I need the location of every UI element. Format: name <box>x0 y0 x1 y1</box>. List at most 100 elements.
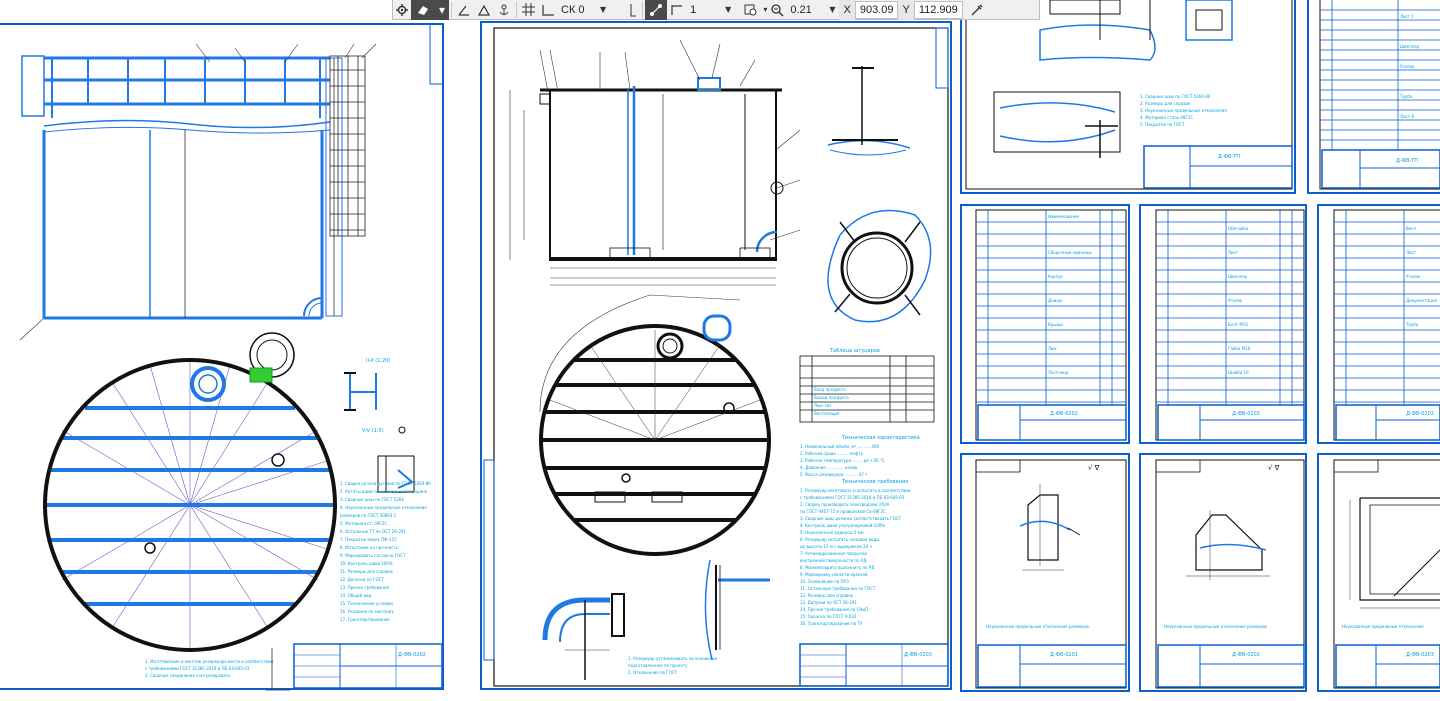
angle-snap-icon[interactable] <box>454 0 474 20</box>
svg-text:16. Транспортирование по ТУ: 16. Транспортирование по ТУ <box>800 621 863 626</box>
stamp-sheet3: Д-ФВ-ТП <box>1218 154 1240 160</box>
svg-text:7. Антикоррозионное покрытие: 7. Антикоррозионное покрытие <box>800 551 867 556</box>
zoom-icon[interactable] <box>767 0 787 20</box>
svg-text:14. Прочие требования по СНиП: 14. Прочие требования по СНиП <box>800 607 868 612</box>
separator <box>516 1 517 18</box>
tech-char-title: Техническая характеристика <box>841 435 920 441</box>
dropdown-icon[interactable]: ▾ <box>435 0 449 20</box>
sheet-3: 1. Сварные швы по ГОСТ 5264-80 2. Размер… <box>960 0 1296 194</box>
stamp-spec2: Д-ФВ-0202 <box>1232 411 1260 417</box>
svg-text:10. Контроль швов 100%: 10. Контроль швов 100% <box>340 561 393 566</box>
label-section-v: V-V (1:5) <box>362 428 384 434</box>
svg-text:Корпус: Корпус <box>1048 274 1063 279</box>
triangle-snap-icon[interactable] <box>474 0 494 20</box>
chevron-down-icon[interactable]: ▼ <box>725 5 731 14</box>
table-title: Таблица штуцеров <box>829 348 880 354</box>
svg-text:Труба: Труба <box>1399 94 1413 99</box>
svg-text:Болт М16: Болт М16 <box>1228 322 1248 327</box>
svg-text:Лист: Лист <box>1228 250 1239 255</box>
dimension-icon[interactable] <box>667 0 687 20</box>
svg-text:Швеллер: Швеллер <box>1400 44 1420 49</box>
svg-text:Лестница: Лестница <box>1048 370 1069 375</box>
svg-text:5. Неуказанные радиусы 5 мм: 5. Неуказанные радиусы 5 мм <box>800 530 864 535</box>
snap-icon[interactable] <box>645 0 668 20</box>
svg-text:10. Заземление по ПУЭ: 10. Заземление по ПУЭ <box>800 579 849 584</box>
svg-text:11. Остальные требования по ГО: 11. Остальные требования по ГОСТ <box>800 586 876 591</box>
drawing-canvas[interactable]: 1. Сварка ручная дуговая по ГОСТ 5264-80… <box>0 0 1440 701</box>
svg-text:Труба: Труба <box>1405 322 1419 327</box>
svg-text:2. Размеры для справок: 2. Размеры для справок <box>1140 101 1191 106</box>
svg-text:2. Катеты швов по наименьшей т: 2. Катеты швов по наименьшей толщине <box>340 489 428 494</box>
svg-text:4. Материал сталь 09Г2С: 4. Материал сталь 09Г2С <box>1140 115 1193 120</box>
stamp-spec1: Д-ФВ-0202 <box>1050 411 1078 417</box>
svg-text:√ ∇: √ ∇ <box>1268 464 1280 472</box>
svg-text:Уголок: Уголок <box>1228 298 1243 303</box>
svg-text:15. Окраска по ГОСТ 9.032: 15. Окраска по ГОСТ 9.032 <box>800 614 857 619</box>
separator <box>451 1 452 18</box>
svg-text:6. Остальные ТТ по ОСТ 26-291: 6. Остальные ТТ по ОСТ 26-291 <box>340 529 406 534</box>
svg-text:по ГОСТ 9467-75 и проволокой С: по ГОСТ 9467-75 и проволокой Св-08Г2С <box>800 509 886 514</box>
svg-text:Наименование: Наименование <box>1048 214 1080 219</box>
svg-text:Документация: Документация <box>1406 298 1438 303</box>
svg-text:Уголок: Уголок <box>1406 274 1421 279</box>
svg-text:Неуказанные предельные отклоне: Неуказанные предельные отклонения размер… <box>986 624 1089 629</box>
sheet-2: Таблица штуцеров Вход продукта Выход про… <box>480 21 952 690</box>
eyedropper-icon[interactable] <box>967 0 987 20</box>
chevron-down-icon[interactable]: ▼ <box>600 5 606 14</box>
svg-text:2. Рабочая среда ......... неф: 2. Рабочая среда ......... нефть <box>800 451 864 456</box>
anchor-icon[interactable] <box>494 0 514 20</box>
view-icon[interactable] <box>741 0 761 20</box>
svg-text:Лист 1: Лист 1 <box>1400 14 1414 19</box>
svg-text:размеров по ГОСТ 30893.1: размеров по ГОСТ 30893.1 <box>340 513 397 518</box>
svg-text:9. Маркировку нанести краской: 9. Маркировку нанести краской <box>800 572 868 577</box>
svg-text:5. Масса резервуара ..........: 5. Масса резервуара .......... 47 т <box>800 472 868 477</box>
zoom-value[interactable]: 0.21 <box>787 4 827 16</box>
x-coordinate: 903.09 <box>854 0 899 19</box>
svg-text:16. Указания по монтажу: 16. Указания по монтажу <box>340 609 394 614</box>
svg-text:Шайба 16: Шайба 16 <box>1228 370 1249 375</box>
stamp-sheet2: Д-ФВ-0203 <box>904 652 932 658</box>
label-section-ii: II-II (1:20) <box>366 358 390 364</box>
svg-text:Вход продукта: Вход продукта <box>814 387 846 392</box>
spec-sheet-2: Обечайка Лист Швеллер Уголок Болт М16 Га… <box>1139 204 1307 444</box>
sheet-4: Лист 1 Швеллер Уголок Труба Лист 8 Д-ФВ-… <box>1307 0 1440 194</box>
svg-text:3. Рабочая температура .......: 3. Рабочая температура ........ до +50 °… <box>800 458 885 463</box>
svg-text:5. Покрытие по ГОСТ: 5. Покрытие по ГОСТ <box>1140 122 1185 127</box>
svg-text:Лист 8: Лист 8 <box>1400 114 1414 119</box>
scale-value[interactable]: 1 <box>687 4 723 16</box>
stamp-detail3: Д-ФВ-0203 <box>1406 652 1434 658</box>
chevron-down-icon[interactable]: ▼ <box>829 5 835 14</box>
svg-text:7. Покрытие эмаль ПФ-115: 7. Покрытие эмаль ПФ-115 <box>340 537 397 542</box>
svg-text:Люк: Люк <box>1048 346 1057 351</box>
y-coordinate: 112.909 <box>913 0 963 19</box>
tech-req-title: Технические требования <box>841 479 908 485</box>
coordinate-system-icon[interactable] <box>538 0 558 20</box>
detail-sheet-3: Неуказанные предельные отклонения Д-ФВ-0… <box>1317 453 1440 692</box>
detail-sheet-1: √ ∇ Неуказанные предельные отклонения ра… <box>960 453 1130 692</box>
eraser-icon[interactable] <box>411 0 435 20</box>
grid-icon[interactable] <box>519 0 538 20</box>
svg-text:с требованиями ГОСТ 31385-2016: с требованиями ГОСТ 31385-2016 и ПБ 03-6… <box>800 495 905 500</box>
stamp-detail2: Д-ФВ-0202 <box>1232 652 1260 658</box>
spec-sheet-3: Винт Лист Уголок Документация Труба Д-ФВ… <box>1317 204 1440 444</box>
style-value[interactable]: СК 0 <box>558 4 598 16</box>
sheet-1: 1. Сварка ручная дуговая по ГОСТ 5264-80… <box>0 23 444 691</box>
stamp-spec3: Д-ФВ-0202 <box>1406 411 1434 417</box>
svg-text:Швеллер: Швеллер <box>1228 274 1248 279</box>
svg-text:4. Неуказанные предельные откл: 4. Неуказанные предельные отклонения <box>340 505 427 510</box>
pen-icon[interactable] <box>626 0 640 20</box>
detail-sheet-2: √ ∇ Неуказанные предельные отклонения ра… <box>1139 453 1307 692</box>
svg-text:4. Давление ............. нали: 4. Давление ............. налив <box>800 465 858 470</box>
gear-icon[interactable] <box>393 0 411 20</box>
svg-text:Крыша: Крыша <box>1048 322 1063 327</box>
svg-text:Винт: Винт <box>1406 226 1417 231</box>
svg-text:4. Контроль швов ультразвуково: 4. Контроль швов ультразвуковой 100% <box>800 523 885 528</box>
stamp-sheet1: Д-ФВ-0202 <box>398 652 426 658</box>
svg-text:√ ∇: √ ∇ <box>1088 464 1100 472</box>
svg-text:Днище: Днище <box>1048 298 1063 303</box>
svg-text:14. Общий вид: 14. Общий вид <box>340 593 371 598</box>
svg-text:внутренней поверхности по РД: внутренней поверхности по РД <box>800 558 866 563</box>
separator <box>642 1 644 18</box>
svg-text:15. Технические условия: 15. Технические условия <box>340 601 393 606</box>
svg-text:Уголок: Уголок <box>1400 64 1415 69</box>
